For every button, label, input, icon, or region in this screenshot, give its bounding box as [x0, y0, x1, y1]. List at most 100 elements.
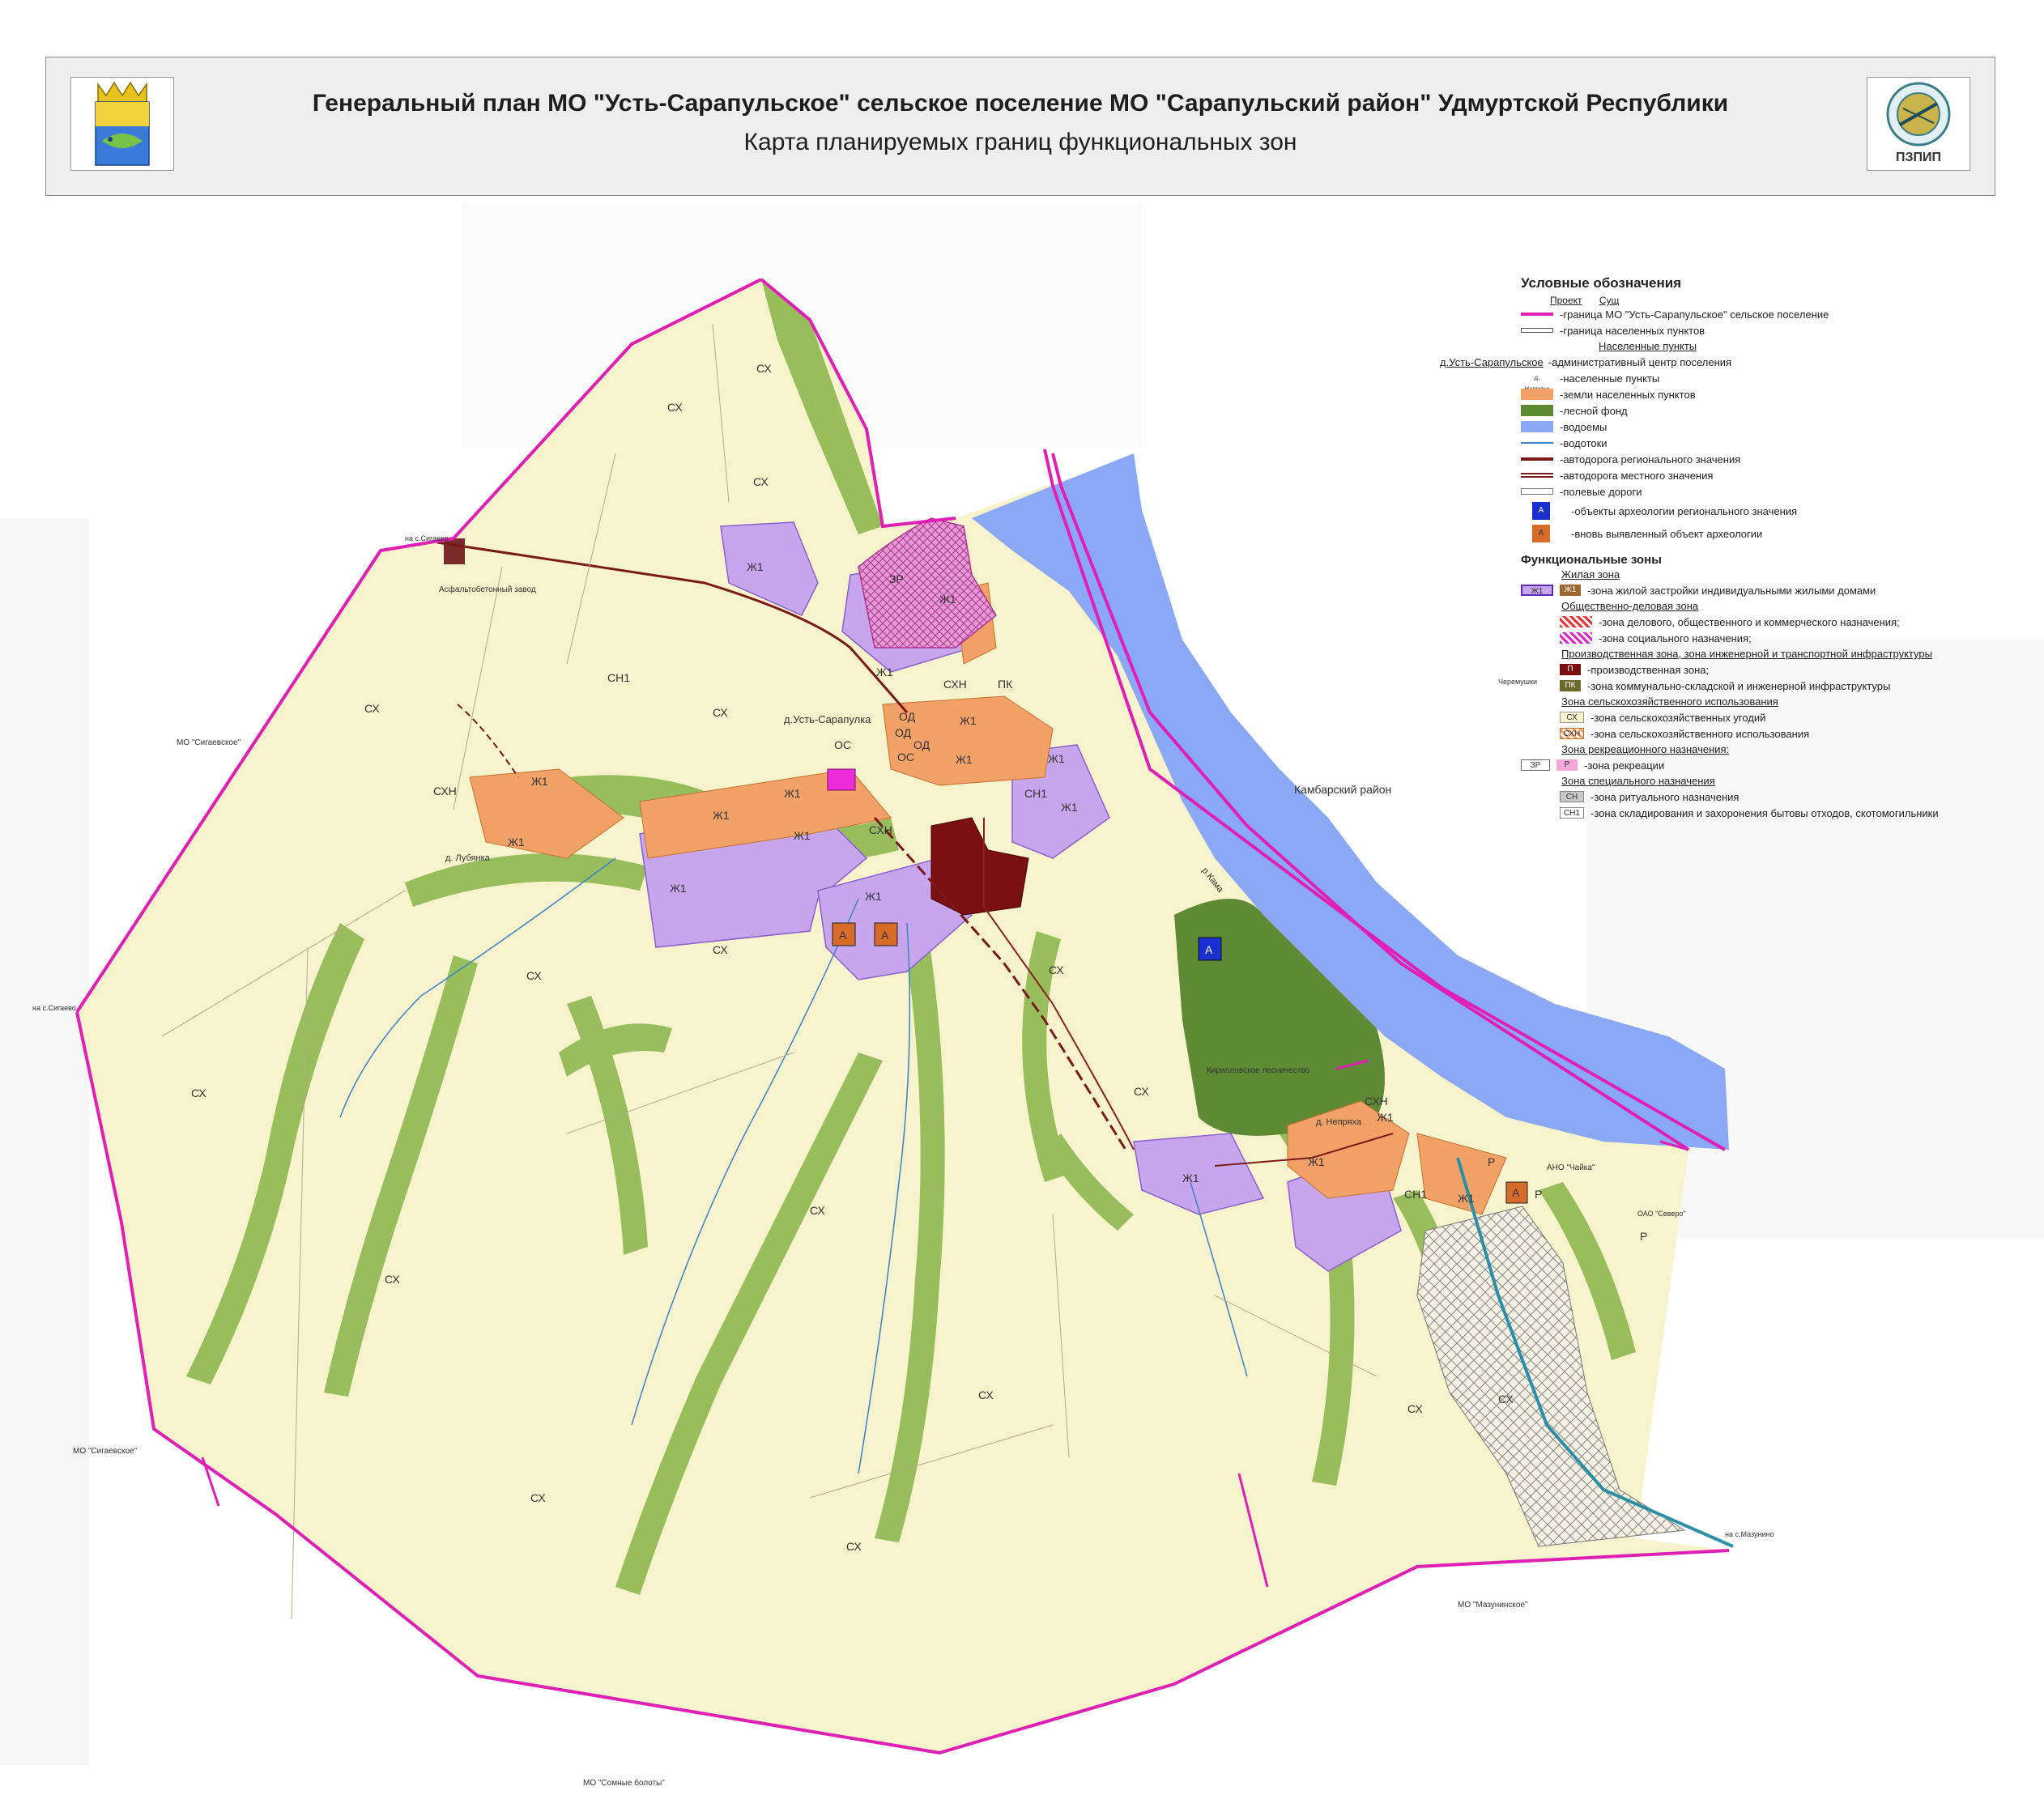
- zone-label: ОД: [913, 738, 930, 751]
- map-sheet: Генеральный план МО "Усть-Сарапульское" …: [0, 0, 2044, 1799]
- zone-label: Ж1: [670, 882, 687, 895]
- zone-label: Ж1: [794, 829, 811, 842]
- zone-label: А: [1512, 1186, 1520, 1199]
- industrial-swatch: П: [1560, 664, 1581, 675]
- settlement-map: СХ СХ СХ СХ СХ СХ СХ СХ СХ СХ СХ СХ СХ С…: [0, 204, 2044, 1788]
- zone-label: Ж1: [865, 890, 882, 903]
- recreation-swatch-existing: Р: [1556, 759, 1578, 771]
- zone-label: СХ: [530, 1491, 546, 1504]
- legend-row: -граница населенных пунктов: [1521, 322, 2007, 338]
- legend-row: ЗР Р -зона рекреации: [1521, 757, 2007, 773]
- legend-row: -водоемы: [1521, 419, 2007, 435]
- legend-label: -автодорога местного значения: [1560, 469, 1714, 482]
- legend-row: -полевые дороги: [1521, 483, 2007, 500]
- zone-label: СХ: [753, 475, 769, 488]
- legend-label: -зона сельскохозяйственного использовани…: [1590, 727, 1810, 740]
- legend-row: СН1 -зона складирования и захоронения бы…: [1521, 805, 2007, 821]
- zone-label: СХ: [667, 401, 683, 414]
- legend-row: -лесной фонд: [1521, 402, 2007, 419]
- zone-label: СХ: [810, 1204, 825, 1217]
- zone-label: Ж1: [1458, 1192, 1475, 1205]
- legend-label: -зона ритуального назначения: [1590, 790, 1740, 803]
- admin-center-sample: д.Усть-Сарапульское: [1440, 355, 1544, 368]
- zone-label: Ж1: [876, 666, 893, 678]
- facility-label: Асфальтобетонный завод: [439, 585, 536, 594]
- zone-label: А: [1205, 943, 1213, 956]
- zone-label: Р: [1535, 1188, 1542, 1201]
- legend-section: Зона специального назначения: [1561, 775, 1715, 787]
- neighbour-label: МО "Сигаевское": [73, 1447, 138, 1456]
- legend-label: -водоемы: [1560, 420, 1608, 433]
- legend-label: -земли населенных пунктов: [1560, 388, 1696, 401]
- zone-label: Ж1: [1308, 1155, 1325, 1168]
- neighbour-label: Камбарский район: [1294, 783, 1391, 796]
- legend-row: -земли населенных пунктов: [1521, 386, 2007, 402]
- legend-row: А -объекты археологии регионального знач…: [1521, 500, 2007, 522]
- neighbour-label: МО "Сомные болоты": [583, 1778, 665, 1788]
- zone-label: ОС: [897, 751, 914, 763]
- zone-label: Ж1: [960, 714, 977, 727]
- legend-col-existing: Сущ: [1599, 295, 1620, 306]
- settlement-name: д.Усть-Сарапулка: [784, 713, 871, 725]
- road-label: на с.Сигаево: [405, 534, 449, 542]
- legend-label: -зона коммунально-складской и инженерной…: [1587, 679, 1891, 692]
- legend-col-project: Проект: [1550, 295, 1582, 306]
- residential-swatch-existing: Ж1: [1560, 585, 1581, 596]
- settlement-boundary-swatch: [1521, 328, 1553, 333]
- legend-label: -граница населенных пунктов: [1560, 324, 1705, 337]
- road-label: на с.Мазунино: [1725, 1530, 1774, 1538]
- zone-label: Ж1: [508, 836, 525, 848]
- facility-label: Кирилловское лесничество: [1207, 1066, 1310, 1075]
- legend-row: СХН -зона сельскохозяйственного использо…: [1521, 725, 2007, 742]
- agri-lands-swatch: СХ: [1560, 712, 1584, 723]
- legend-row: -автодорога регионального значения: [1521, 451, 2007, 467]
- legend-label: -граница МО "Усть-Сарапульское" сельское…: [1560, 308, 1829, 321]
- zone-label: СХН: [943, 678, 967, 691]
- legend-section: Зона рекреационного назначения:: [1561, 743, 1730, 755]
- legend-label: -производственная зона;: [1587, 663, 1710, 676]
- forest-swatch: [1521, 405, 1553, 416]
- legend-section: Жилая зона: [1561, 568, 1620, 581]
- zone-label: ОД: [899, 710, 916, 723]
- legend-row: СН -зона ритуального назначения: [1521, 789, 2007, 805]
- zone-label: СХ: [526, 969, 542, 982]
- zone-label: СН1: [1024, 787, 1047, 800]
- legend-label: -водотоки: [1560, 436, 1608, 449]
- zone-label: Р: [1488, 1155, 1495, 1168]
- zone-label: ОС: [834, 738, 851, 751]
- arch-regional-swatch: А: [1532, 502, 1550, 520]
- legend-title: Условные обозначения: [1521, 275, 1682, 291]
- streams-swatch: [1521, 442, 1553, 444]
- zone-label: СХН: [433, 785, 457, 797]
- social-zone-os: [827, 768, 856, 791]
- neighbour-area: [0, 518, 89, 1765]
- road-label: на с.Сигаево: [32, 1004, 76, 1012]
- legend-label: -вновь выявленный объект археологии: [1571, 527, 1763, 540]
- ritual-swatch: СН: [1560, 791, 1584, 802]
- public-social-swatch: [1560, 632, 1592, 644]
- public-business-swatch: [1560, 616, 1592, 627]
- zone-label: СН1: [607, 671, 630, 684]
- utility-swatch: ПК: [1560, 680, 1581, 691]
- legend-label: -зона делового, общественного и коммерче…: [1599, 615, 1900, 628]
- zone-label: СХ: [846, 1540, 862, 1553]
- zone-label: Ж1: [956, 753, 973, 766]
- zone-label: А: [839, 929, 847, 942]
- zone-label: ПК: [998, 678, 1013, 691]
- zone-label: Р: [1640, 1230, 1647, 1243]
- legend-row: П -производственная зона;: [1521, 661, 2007, 678]
- facility-label: ОАО "Северо": [1637, 1210, 1686, 1218]
- legend-row: -автодорога местного значения: [1521, 467, 2007, 483]
- legend-label: -зона рекреации: [1584, 759, 1665, 772]
- zone-label: СХ: [191, 1087, 207, 1099]
- zone-label: СХ: [713, 943, 728, 956]
- zone-label: СХ: [1498, 1393, 1514, 1406]
- waste-swatch: СН1: [1560, 807, 1584, 819]
- zone-label: Ж1: [1048, 752, 1065, 765]
- zone-label: СН1: [1404, 1188, 1427, 1201]
- zone-label: Ж1: [531, 775, 548, 788]
- recreation-swatch-project: ЗР: [1521, 759, 1550, 771]
- legend-row: д. Непряха -населенные пункты: [1521, 370, 2007, 393]
- legend-columns: Проект Сущ: [1550, 295, 2007, 306]
- settlement-lands-swatch: [1521, 389, 1553, 400]
